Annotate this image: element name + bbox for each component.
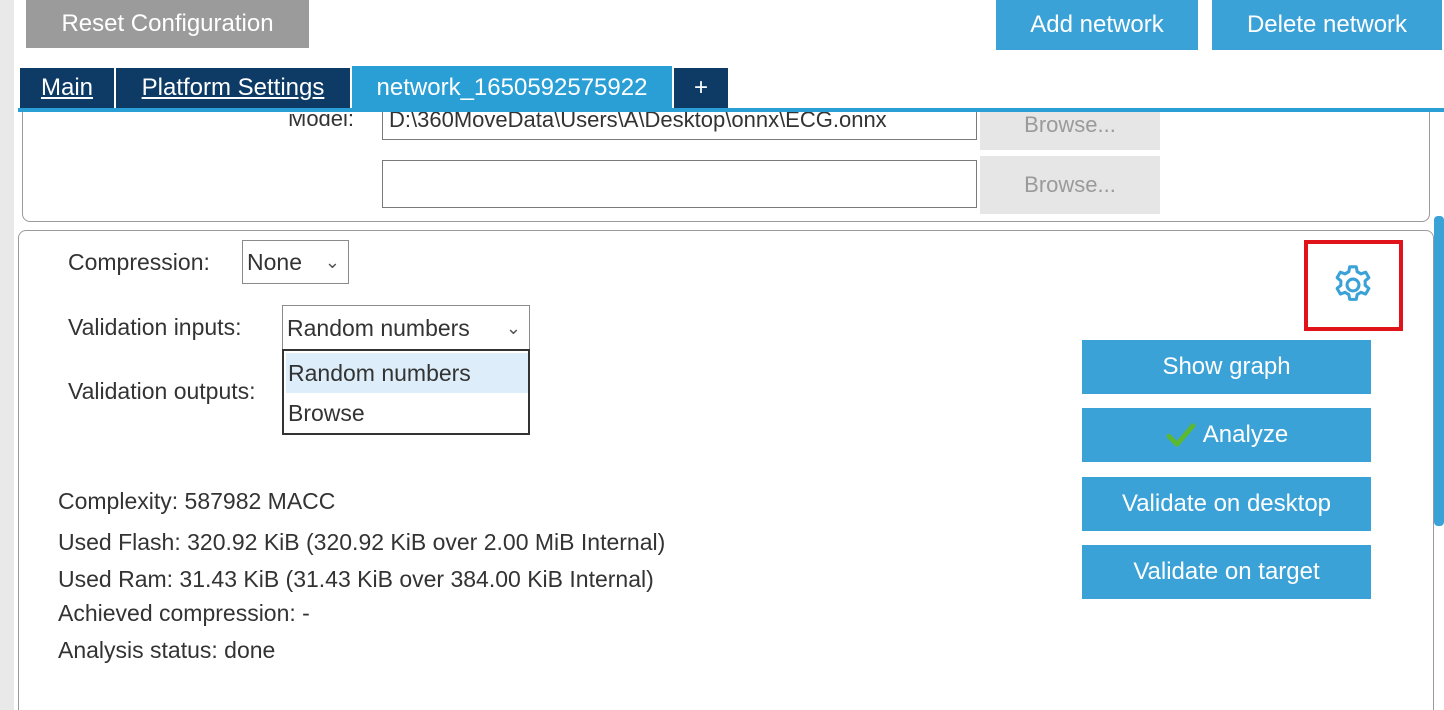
complexity-text: Complexity: 587982 MACC	[58, 488, 336, 514]
chevron-down-icon: ⌄	[505, 317, 521, 338]
reset-configuration-button[interactable]: Reset Configuration	[26, 0, 309, 48]
analyze-button[interactable]: Analyze	[1082, 408, 1371, 462]
compression-value: None	[247, 248, 302, 275]
analysis-status-text: Analysis status: done	[58, 637, 276, 663]
used-ram-text: Used Ram: 31.43 KiB (31.43 KiB over 384.…	[58, 566, 654, 592]
validation-inputs-label: Validation inputs:	[68, 314, 242, 340]
tab-network[interactable]: network_1650592575922	[352, 66, 672, 110]
validation-inputs-select[interactable]: Random numbers ⌄	[282, 305, 530, 351]
model-secondary-field[interactable]	[382, 160, 977, 208]
compression-select[interactable]: None ⌄	[242, 240, 349, 284]
validate-on-target-button[interactable]: Validate on target	[1082, 545, 1371, 599]
achieved-compression-text: Achieved compression: -	[58, 600, 310, 626]
show-graph-button[interactable]: Show graph	[1082, 340, 1371, 394]
analyze-label: Analyze	[1202, 421, 1289, 448]
tab-platform-settings[interactable]: Platform Settings	[116, 68, 352, 108]
validation-inputs-value: Random numbers	[287, 314, 470, 341]
delete-network-button[interactable]: Delete network	[1212, 0, 1442, 50]
validate-on-desktop-button[interactable]: Validate on desktop	[1082, 477, 1371, 531]
validation-inputs-dropdown: Random numbers Browse	[282, 349, 530, 435]
used-flash-text: Used Flash: 320.92 KiB (320.92 KiB over …	[58, 529, 666, 555]
scrollbar-thumb[interactable]	[1434, 216, 1444, 526]
compression-label: Compression:	[68, 249, 210, 275]
gear-icon[interactable]	[1330, 262, 1376, 308]
dropdown-option-browse[interactable]: Browse	[286, 393, 528, 433]
validation-outputs-label: Validation outputs:	[68, 378, 256, 404]
dropdown-option-random-numbers[interactable]: Random numbers	[286, 353, 528, 393]
browse-secondary-button[interactable]: Browse...	[980, 156, 1160, 214]
chevron-down-icon: ⌄	[324, 251, 340, 272]
add-network-button[interactable]: Add network	[996, 0, 1198, 50]
window-left-edge	[0, 0, 14, 710]
tab-main[interactable]: Main	[20, 68, 116, 108]
tab-add-network[interactable]: +	[674, 68, 728, 108]
check-icon	[1166, 423, 1196, 447]
